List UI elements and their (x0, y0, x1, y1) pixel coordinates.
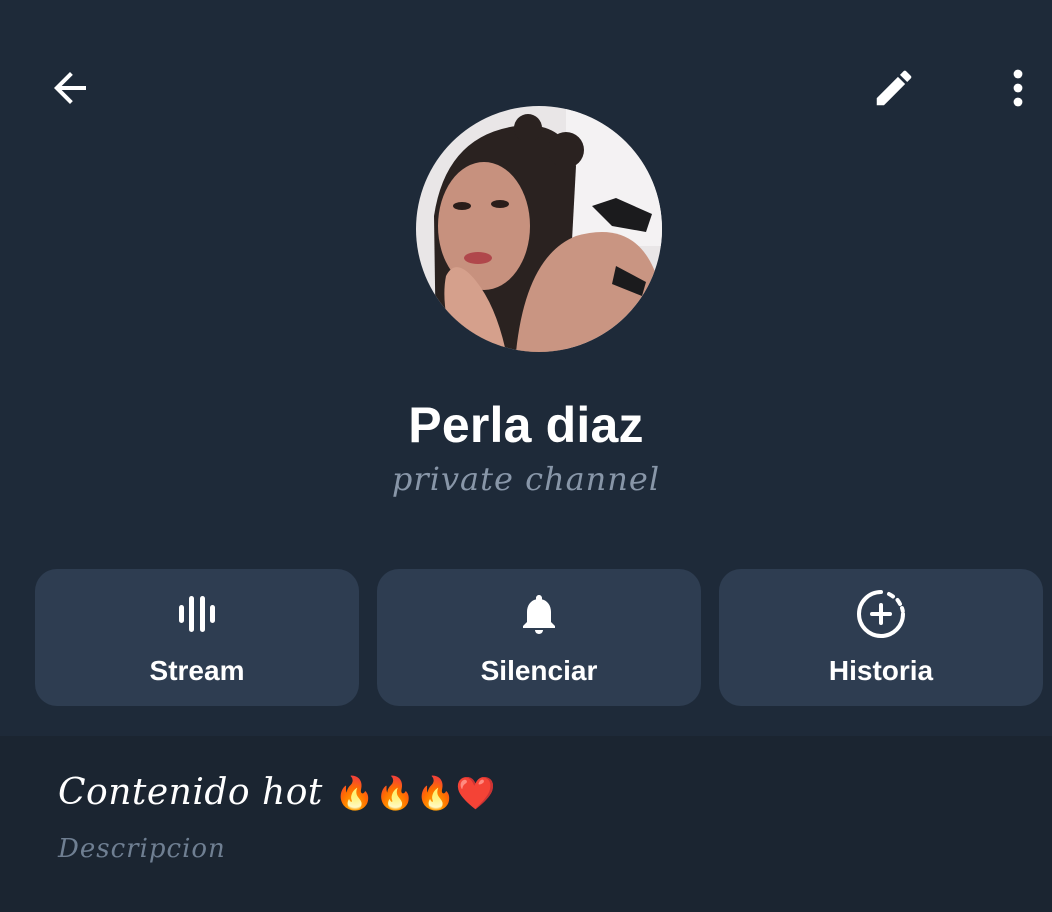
story-button[interactable]: Historia (719, 569, 1043, 706)
avatar[interactable] (416, 106, 662, 352)
mute-label: Silenciar (480, 655, 598, 686)
arrow-left-icon (54, 72, 86, 104)
more-options-button[interactable] (990, 60, 1046, 116)
add-story-icon (857, 590, 905, 638)
profile-subtitle: private channel (391, 460, 661, 498)
profile-name: Perla diaz (408, 397, 644, 453)
edit-button[interactable] (866, 60, 922, 116)
description-emoji: 🔥🔥🔥❤️ (334, 774, 497, 812)
more-vertical-icon (1013, 69, 1023, 107)
story-label: Historia (828, 655, 934, 686)
back-button[interactable] (42, 60, 98, 116)
stream-bars-icon (179, 596, 215, 632)
mute-button[interactable]: Silenciar (377, 569, 701, 706)
channel-description[interactable]: Contenido hot 🔥🔥🔥❤️ (58, 772, 496, 813)
pencil-icon (876, 70, 912, 106)
profile-photo (416, 106, 662, 352)
stream-button[interactable]: Stream (35, 569, 359, 706)
action-buttons: Stream Silenciar Historia (35, 569, 1043, 706)
profile-header: Perla diaz private channel Stream Silenc… (0, 0, 1052, 736)
description-text: Contenido hot (58, 772, 323, 813)
channel-info-section (0, 736, 1052, 912)
stream-label: Stream (149, 655, 245, 686)
bell-icon (523, 595, 555, 634)
description-label: Descripcion (58, 834, 226, 864)
